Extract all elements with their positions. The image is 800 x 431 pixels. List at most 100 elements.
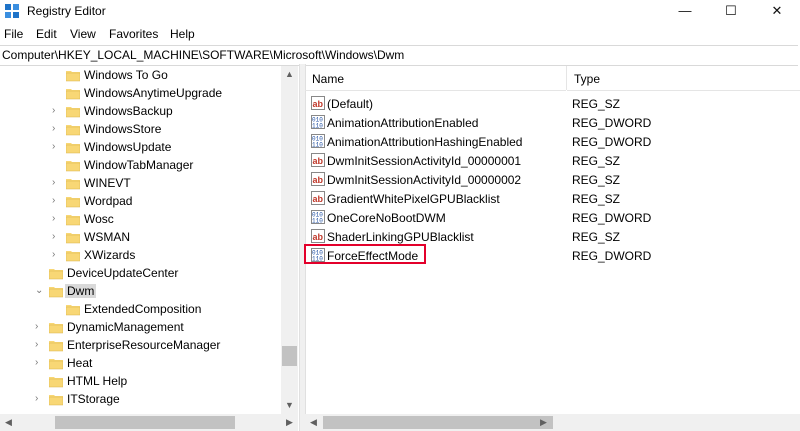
expand-chevron-icon[interactable]: › bbox=[52, 228, 62, 246]
expand-chevron-icon[interactable]: › bbox=[52, 192, 62, 210]
string-value-icon: ab bbox=[311, 229, 325, 243]
maximize-button[interactable]: ☐ bbox=[708, 0, 754, 22]
folder-icon bbox=[65, 248, 81, 262]
scroll-thumb[interactable] bbox=[323, 416, 553, 429]
tree-item[interactable]: › DynamicManagement bbox=[0, 318, 280, 336]
tree-horizontal-scrollbar[interactable]: ◀ ▶ bbox=[0, 414, 298, 431]
value-type: REG_DWORD bbox=[572, 211, 652, 225]
menu-view[interactable]: View bbox=[70, 27, 96, 41]
folder-icon bbox=[65, 302, 81, 316]
column-header-name[interactable]: Name bbox=[305, 66, 566, 91]
value-name: ShaderLinkingGPUBlacklist bbox=[327, 230, 474, 244]
tree-item-label: Heat bbox=[67, 356, 93, 370]
string-value-icon: ab bbox=[311, 153, 325, 167]
value-row[interactable]: 010 110 AnimationAttributionHashingEnabled… bbox=[305, 132, 800, 151]
value-type: REG_SZ bbox=[572, 173, 621, 187]
expand-chevron-icon[interactable]: › bbox=[52, 138, 62, 156]
folder-icon bbox=[65, 140, 81, 154]
tree-item[interactable]: › WINEVT bbox=[0, 174, 280, 192]
tree-item[interactable]: › EnterpriseResourceManager bbox=[0, 336, 280, 354]
tree-item[interactable]: › Heat bbox=[0, 354, 280, 372]
value-row[interactable]: 010 110 AnimationAttributionEnabled REG_DWO… bbox=[305, 113, 800, 132]
value-row[interactable]: 010 110 OneCoreNoBootDWM REG_DWORD bbox=[305, 208, 800, 227]
tree-item[interactable]: › WSMAN bbox=[0, 228, 280, 246]
expand-chevron-icon[interactable]: › bbox=[52, 246, 62, 264]
value-row[interactable]: ab GradientWhitePixelGPUBlacklist REG_SZ bbox=[305, 189, 800, 208]
window-title: Registry Editor bbox=[27, 4, 106, 18]
tree-item[interactable]: › WindowsStore bbox=[0, 120, 280, 138]
address-bar[interactable]: Computer\HKEY_LOCAL_MACHINE\SOFTWARE\Mic… bbox=[0, 45, 798, 66]
values-list: Name Type ab (Default) REG_SZ 010 110 Animati… bbox=[305, 66, 800, 414]
tree-item[interactable]: HTML Help bbox=[0, 372, 280, 390]
expand-chevron-icon[interactable]: › bbox=[52, 102, 62, 120]
value-name: AnimationAttributionHashingEnabled bbox=[327, 135, 523, 149]
scroll-right-icon[interactable]: ▶ bbox=[281, 414, 298, 431]
string-value-icon: ab bbox=[311, 96, 325, 110]
scroll-right-icon[interactable]: ▶ bbox=[535, 414, 552, 431]
tree-item[interactable]: › WindowsUpdate bbox=[0, 138, 280, 156]
tree-item-label: Wosc bbox=[84, 212, 114, 226]
svg-text:ab: ab bbox=[313, 99, 324, 109]
minimize-button[interactable]: — bbox=[662, 0, 708, 22]
menu-favorites[interactable]: Favorites bbox=[109, 27, 158, 41]
tree-item[interactable]: WindowTabManager bbox=[0, 156, 280, 174]
folder-icon bbox=[65, 194, 81, 208]
tree-item[interactable]: › Wosc bbox=[0, 210, 280, 228]
expand-chevron-icon[interactable]: › bbox=[35, 390, 45, 408]
scroll-down-icon[interactable]: ▼ bbox=[281, 397, 298, 414]
tree-vertical-scrollbar[interactable]: ▲ ▼ bbox=[281, 66, 298, 414]
expand-chevron-icon[interactable]: › bbox=[52, 120, 62, 138]
svg-text:ab: ab bbox=[313, 156, 324, 166]
tree-item[interactable]: › XWizards bbox=[0, 246, 280, 264]
scroll-thumb[interactable] bbox=[282, 346, 297, 366]
expand-chevron-icon[interactable]: › bbox=[35, 336, 45, 354]
column-header-type[interactable]: Type bbox=[567, 66, 800, 91]
value-type: REG_DWORD bbox=[572, 249, 652, 263]
expand-chevron-icon[interactable]: › bbox=[35, 354, 45, 372]
value-name: AnimationAttributionEnabled bbox=[327, 116, 479, 130]
tree-item[interactable]: › Wordpad bbox=[0, 192, 280, 210]
value-row[interactable]: ab DwmInitSessionActivityId_00000001 REG_S… bbox=[305, 151, 800, 170]
value-row[interactable]: ab (Default) REG_SZ bbox=[305, 94, 800, 113]
menu-help[interactable]: Help bbox=[170, 27, 195, 41]
tree-item-label: WSMAN bbox=[84, 230, 130, 244]
values-horizontal-scrollbar[interactable]: ◀ ▶ bbox=[305, 414, 800, 431]
tree-item[interactable]: DeviceUpdateCenter bbox=[0, 264, 280, 282]
tree-item[interactable]: ExtendedComposition bbox=[0, 300, 280, 318]
folder-icon bbox=[65, 104, 81, 118]
tree-item[interactable]: › WindowsBackup bbox=[0, 102, 280, 120]
value-type: REG_DWORD bbox=[572, 116, 652, 130]
value-row[interactable]: ab DwmInitSessionActivityId_00000002 REG_S… bbox=[305, 170, 800, 189]
address-path: Computer\HKEY_LOCAL_MACHINE\SOFTWARE\Mic… bbox=[2, 48, 405, 62]
folder-icon bbox=[48, 356, 64, 370]
expand-chevron-icon[interactable]: › bbox=[52, 210, 62, 228]
folder-icon bbox=[65, 158, 81, 172]
binary-value-icon: 010 110 bbox=[311, 210, 325, 225]
tree-item[interactable]: Windows To Go bbox=[0, 66, 280, 84]
collapse-chevron-icon[interactable]: ⌄ bbox=[35, 282, 45, 300]
value-type: REG_SZ bbox=[572, 192, 621, 206]
scroll-thumb[interactable] bbox=[55, 416, 235, 429]
tree-item-label: WindowsUpdate bbox=[84, 140, 172, 154]
scroll-left-icon[interactable]: ◀ bbox=[0, 414, 17, 431]
expand-chevron-icon[interactable]: › bbox=[52, 174, 62, 192]
expand-chevron-icon[interactable]: › bbox=[35, 318, 45, 336]
value-name: OneCoreNoBootDWM bbox=[327, 211, 446, 225]
tree-item[interactable]: ⌄ Dwm bbox=[0, 282, 280, 300]
scroll-left-icon[interactable]: ◀ bbox=[305, 414, 322, 431]
menu-file[interactable]: File bbox=[4, 27, 23, 41]
key-tree: Windows To Go WindowsAnytimeUpgrade › Windo… bbox=[0, 66, 298, 414]
tree-item-label: Windows To Go bbox=[84, 68, 168, 82]
svg-text:110: 110 bbox=[312, 218, 323, 225]
scroll-up-icon[interactable]: ▲ bbox=[281, 66, 298, 83]
tree-item-label: DynamicManagement bbox=[67, 320, 184, 334]
tree-item[interactable]: › ITStorage bbox=[0, 390, 280, 408]
tree-item[interactable]: WindowsAnytimeUpgrade bbox=[0, 84, 280, 102]
close-button[interactable]: ✕ bbox=[754, 0, 800, 22]
svg-text:110: 110 bbox=[312, 123, 323, 130]
svg-text:ab: ab bbox=[313, 175, 324, 185]
menu-edit[interactable]: Edit bbox=[36, 27, 57, 41]
folder-icon bbox=[65, 230, 81, 244]
tree-item-label: DeviceUpdateCenter bbox=[67, 266, 179, 280]
binary-value-icon: 010 110 bbox=[311, 115, 325, 130]
